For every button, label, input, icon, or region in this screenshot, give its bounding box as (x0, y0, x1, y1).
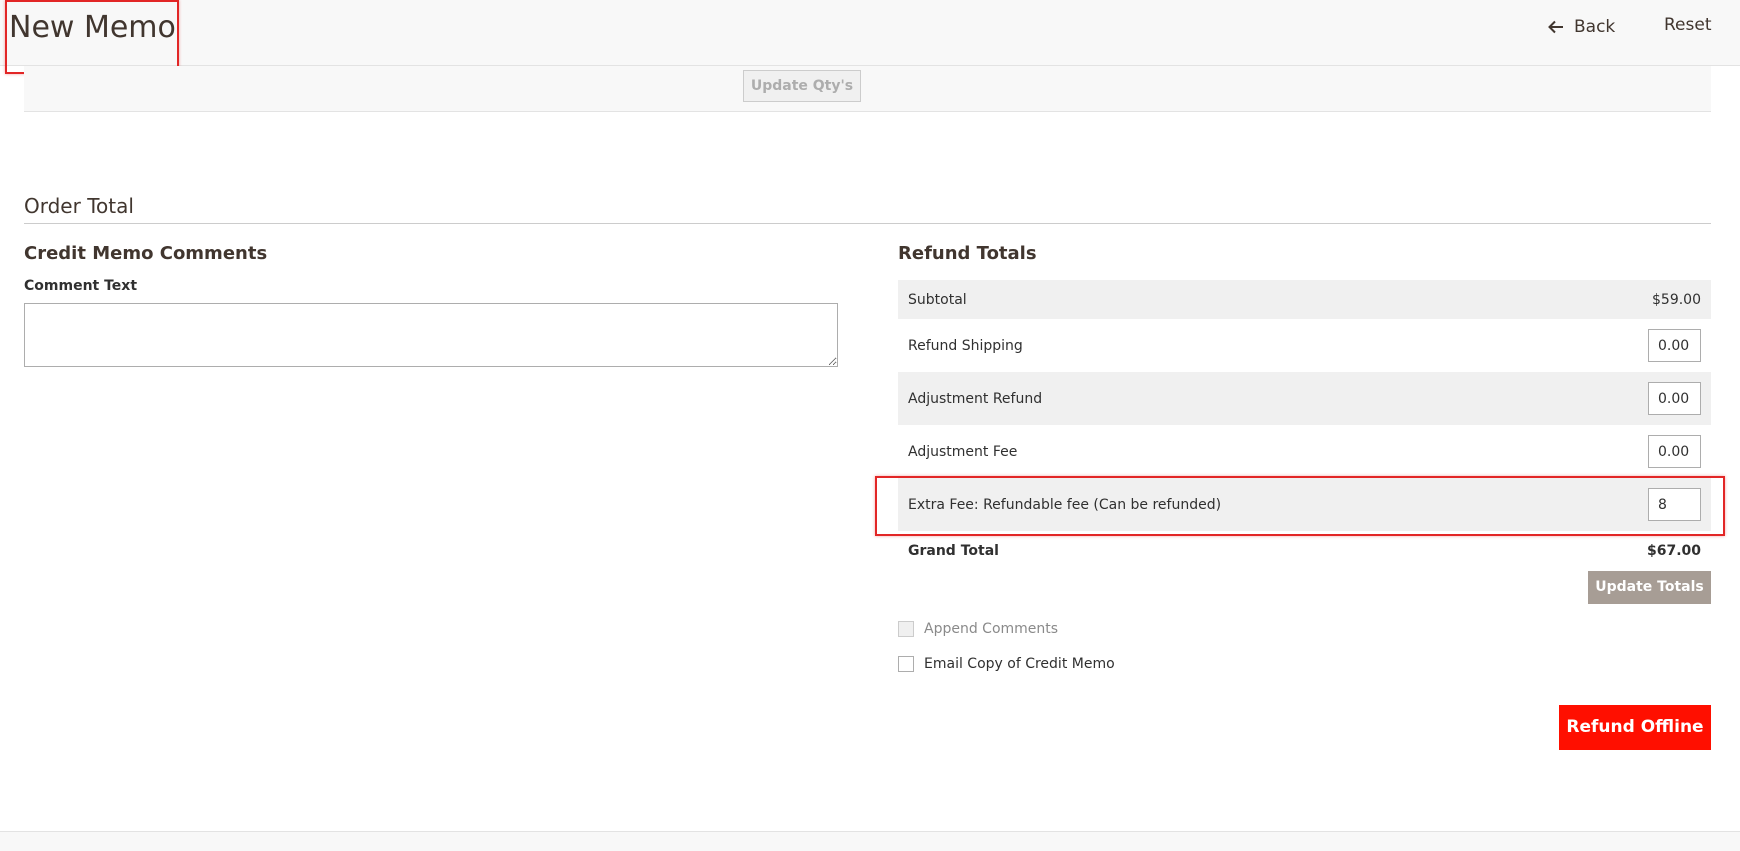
extra-fee-row: Extra Fee: Refundable fee (Can be refund… (898, 478, 1711, 531)
refund-totals-heading: Refund Totals (898, 243, 1037, 264)
refund-offline-button[interactable]: Refund Offline (1559, 705, 1711, 750)
arrow-left-icon (1548, 20, 1563, 34)
items-actions-bar (24, 66, 1711, 112)
refund-shipping-input[interactable] (1648, 329, 1701, 362)
email-copy-checkbox[interactable] (898, 656, 914, 672)
footer-bar (0, 831, 1740, 851)
order-total-title: Order Total (24, 194, 134, 218)
adjustment-fee-input[interactable] (1648, 435, 1701, 468)
append-comments-checkbox[interactable] (898, 621, 914, 637)
append-comments-label: Append Comments (924, 621, 1059, 637)
refund-totals-table: Subtotal $59.00 Refund Shipping Adjustme… (898, 280, 1711, 571)
adjustment-fee-row: Adjustment Fee (898, 425, 1711, 478)
subtotal-row: Subtotal $59.00 (898, 280, 1711, 319)
email-copy-option[interactable]: Email Copy of Credit Memo (898, 656, 1115, 672)
subtotal-label: Subtotal (908, 291, 967, 308)
comment-text-input[interactable] (24, 303, 838, 367)
page-header (0, 0, 1740, 66)
extra-fee-label: Extra Fee: Refundable fee (Can be refund… (908, 496, 1222, 513)
append-comments-option[interactable]: Append Comments (898, 621, 1058, 637)
update-qty-button[interactable]: Update Qty's (743, 70, 861, 102)
adjustment-refund-label: Adjustment Refund (908, 390, 1043, 407)
credit-memo-comments-heading: Credit Memo Comments (24, 243, 268, 264)
update-totals-button[interactable]: Update Totals (1588, 571, 1711, 604)
back-button-label: Back (1574, 17, 1616, 37)
back-button[interactable]: Back (1548, 15, 1615, 39)
adjustment-refund-row: Adjustment Refund (898, 372, 1711, 425)
section-divider (24, 223, 1711, 224)
grand-total-row: Grand Total $67.00 (898, 531, 1711, 571)
subtotal-value: $59.00 (1652, 291, 1701, 308)
grand-total-label: Grand Total (908, 543, 999, 559)
reset-button[interactable]: Reset (1664, 15, 1712, 35)
comment-text-label: Comment Text (24, 278, 138, 294)
refund-shipping-row: Refund Shipping (898, 319, 1711, 372)
refund-shipping-label: Refund Shipping (908, 337, 1023, 354)
extra-fee-input[interactable] (1648, 488, 1701, 521)
email-copy-label: Email Copy of Credit Memo (924, 656, 1115, 672)
adjustment-refund-input[interactable] (1648, 382, 1701, 415)
page-title: New Memo (9, 10, 176, 45)
grand-total-value: $67.00 (1646, 543, 1701, 559)
adjustment-fee-label: Adjustment Fee (908, 443, 1018, 460)
